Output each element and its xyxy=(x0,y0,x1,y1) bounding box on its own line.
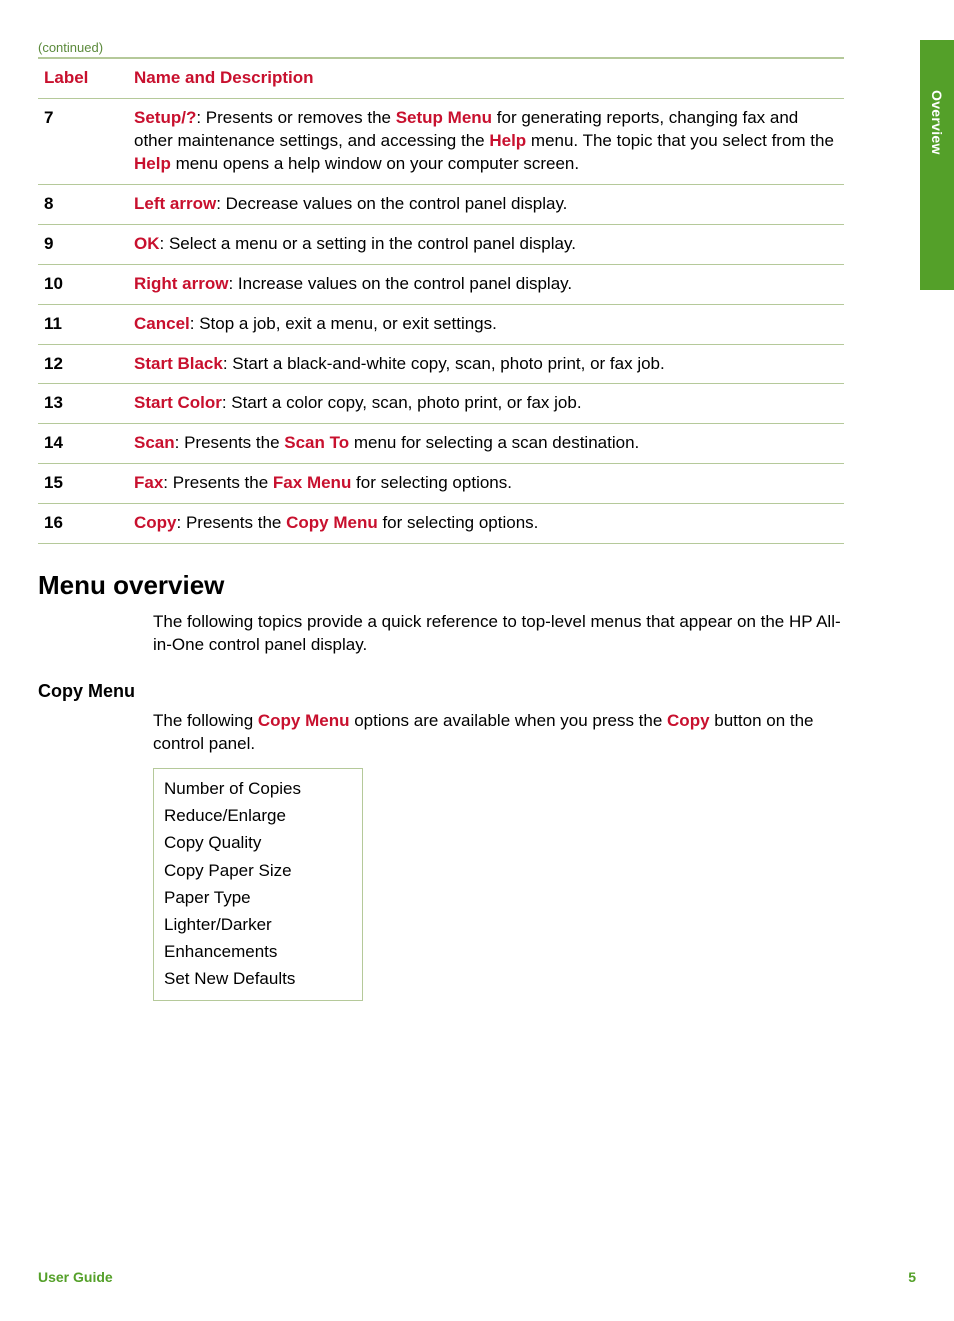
term: Copy Menu xyxy=(258,711,350,730)
continued-label: (continued) xyxy=(38,40,844,55)
page-footer: User Guide 5 xyxy=(38,1269,916,1285)
menu-item: Enhancements xyxy=(164,938,352,965)
term: Left arrow xyxy=(134,194,216,213)
side-tab-label: Overview xyxy=(929,90,945,155)
section-intro: The following topics provide a quick ref… xyxy=(153,611,844,657)
table-row: 11Cancel: Stop a job, exit a menu, or ex… xyxy=(38,304,844,344)
row-description: Setup/?: Presents or removes the Setup M… xyxy=(128,98,844,184)
row-label: 10 xyxy=(38,264,128,304)
term: Cancel xyxy=(134,314,190,333)
row-label: 7 xyxy=(38,98,128,184)
term: Fax Menu xyxy=(273,473,351,492)
term: Setup Menu xyxy=(396,108,492,127)
term: OK xyxy=(134,234,160,253)
table-row: 8Left arrow: Decrease values on the cont… xyxy=(38,184,844,224)
row-description: OK: Select a menu or a setting in the co… xyxy=(128,224,844,264)
table-header-row: Label Name and Description xyxy=(38,58,844,98)
row-label: 8 xyxy=(38,184,128,224)
th-desc: Name and Description xyxy=(128,58,844,98)
row-description: Fax: Presents the Fax Menu for selecting… xyxy=(128,464,844,504)
term: Copy xyxy=(667,711,710,730)
table-row: 9OK: Select a menu or a setting in the c… xyxy=(38,224,844,264)
copy-menu-box: Number of CopiesReduce/EnlargeCopy Quali… xyxy=(153,768,363,1002)
th-label: Label xyxy=(38,58,128,98)
row-label: 12 xyxy=(38,344,128,384)
menu-item: Reduce/Enlarge xyxy=(164,802,352,829)
term: Help xyxy=(134,154,171,173)
page-content: (continued) Label Name and Description 7… xyxy=(38,40,844,1001)
term: Copy xyxy=(134,513,177,532)
term: Scan xyxy=(134,433,175,452)
row-description: Right arrow: Increase values on the cont… xyxy=(128,264,844,304)
row-label: 15 xyxy=(38,464,128,504)
menu-item: Set New Defaults xyxy=(164,965,352,992)
table-row: 10Right arrow: Increase values on the co… xyxy=(38,264,844,304)
term: Scan To xyxy=(284,433,349,452)
row-description: Scan: Presents the Scan To menu for sele… xyxy=(128,424,844,464)
row-description: Start Black: Start a black-and-white cop… xyxy=(128,344,844,384)
table-row: 14Scan: Presents the Scan To menu for se… xyxy=(38,424,844,464)
row-label: 14 xyxy=(38,424,128,464)
row-label: 11 xyxy=(38,304,128,344)
row-description: Start Color: Start a color copy, scan, p… xyxy=(128,384,844,424)
term: Start Color xyxy=(134,393,222,412)
term: Help xyxy=(489,131,526,150)
menu-item: Paper Type xyxy=(164,884,352,911)
row-label: 13 xyxy=(38,384,128,424)
table-row: 15Fax: Presents the Fax Menu for selecti… xyxy=(38,464,844,504)
footer-guide: User Guide xyxy=(38,1269,113,1285)
term: Right arrow xyxy=(134,274,228,293)
section-title: Menu overview xyxy=(38,570,844,601)
term: Start Black xyxy=(134,354,223,373)
row-description: Left arrow: Decrease values on the contr… xyxy=(128,184,844,224)
subsection-intro: The following Copy Menu options are avai… xyxy=(153,710,844,756)
row-description: Cancel: Stop a job, exit a menu, or exit… xyxy=(128,304,844,344)
table-row: 7Setup/?: Presents or removes the Setup … xyxy=(38,98,844,184)
term: Copy Menu xyxy=(286,513,378,532)
row-description: Copy: Presents the Copy Menu for selecti… xyxy=(128,504,844,544)
subsection-title: Copy Menu xyxy=(38,681,844,702)
menu-item: Copy Quality xyxy=(164,829,352,856)
footer-page: 5 xyxy=(908,1269,916,1285)
table-row: 16Copy: Presents the Copy Menu for selec… xyxy=(38,504,844,544)
row-label: 9 xyxy=(38,224,128,264)
row-label: 16 xyxy=(38,504,128,544)
term: Setup/? xyxy=(134,108,196,127)
term: Fax xyxy=(134,473,163,492)
menu-item: Number of Copies xyxy=(164,775,352,802)
table-row: 13Start Color: Start a color copy, scan,… xyxy=(38,384,844,424)
control-panel-table: Label Name and Description 7Setup/?: Pre… xyxy=(38,57,844,544)
menu-item: Copy Paper Size xyxy=(164,857,352,884)
table-row: 12Start Black: Start a black-and-white c… xyxy=(38,344,844,384)
menu-item: Lighter/Darker xyxy=(164,911,352,938)
side-tab: Overview xyxy=(920,40,954,290)
